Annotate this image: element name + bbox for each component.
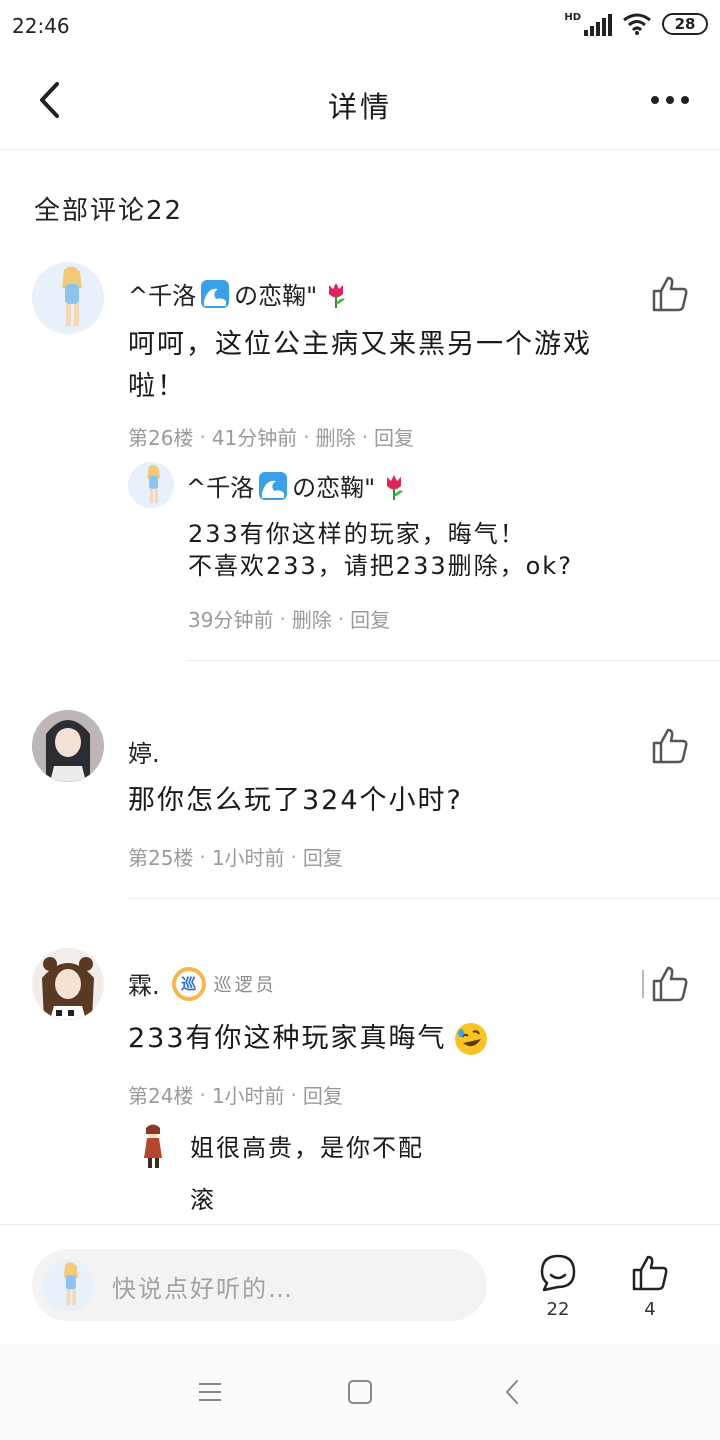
status-time: 22:46 [12, 14, 70, 38]
delete-link[interactable]: 删除 [292, 604, 332, 633]
sub-reply-text: 姐很高贵，是你不配 [190, 1134, 424, 1162]
comments-section-title: 全部评论22 [34, 196, 184, 226]
patrol-badge: 巡 巡逻员 [171, 966, 277, 1001]
comment-meta: 第26楼 · 41分钟前 · 删除 · 回复 [128, 422, 414, 451]
reply-username[interactable]: ^千洛 の恋鞠" [186, 468, 409, 503]
comment-username[interactable]: 霖. 巡 巡逻员 [128, 966, 277, 1001]
like-icon[interactable] [650, 726, 690, 766]
comment-item: ^千洛 の恋鞠" 呵呵，这位公主病又来黑另一个游戏啦！ 第26楼 · 41分钟前… [0, 262, 720, 662]
tulip-emoji-icon [329, 282, 346, 308]
floor-number: 第25楼 [128, 846, 194, 870]
like-button[interactable]: 4 [620, 1253, 680, 1320]
avatar-girl-icon [32, 948, 104, 1020]
rofl-emoji-icon [454, 1023, 487, 1055]
menu-button[interactable] [190, 1376, 230, 1408]
comments-button[interactable]: 22 [528, 1253, 588, 1320]
signal-icon: HD [564, 12, 612, 36]
patrol-badge-icon: 巡 [171, 966, 206, 1001]
like-icon[interactable] [650, 274, 690, 314]
divider [186, 660, 720, 661]
comment-username[interactable]: ^千洛 の恋鞠" [128, 276, 351, 311]
avatar-girl-icon [32, 710, 104, 782]
home-square-icon [348, 1380, 372, 1404]
wifi-icon [623, 13, 651, 35]
nav-back-button[interactable] [492, 1376, 532, 1408]
sub-reply-avatar[interactable] [136, 1124, 170, 1170]
comment-time: 1小时前 [211, 1084, 285, 1108]
floor-number: 第24楼 [128, 1084, 194, 1108]
reply-meta: 39分钟前 · 删除 · 回复 [188, 604, 390, 633]
comment-content: 那你怎么玩了324个小时? [128, 785, 463, 816]
character-icon [144, 1124, 162, 1168]
reply-time: 39分钟前 [188, 608, 274, 632]
more-dot-icon [666, 96, 674, 104]
comment-content: 233有你这种玩家真晦气 [128, 1018, 648, 1060]
reply-link[interactable]: 回复 [303, 1080, 343, 1109]
more-options-button[interactable] [640, 80, 700, 120]
reply-link[interactable]: 回复 [303, 842, 343, 871]
wave-emoji-icon [259, 471, 288, 500]
battery-indicator: 28 [662, 13, 708, 35]
user-avatar [42, 1259, 94, 1311]
like-count: 4 [644, 1299, 656, 1320]
divider [128, 898, 720, 899]
like-separator [642, 970, 644, 998]
comment-bubble-icon [540, 1254, 576, 1292]
avatar[interactable] [32, 710, 104, 782]
nav-back-icon [506, 1380, 518, 1404]
like-icon[interactable] [650, 964, 690, 1004]
comment-time: 41分钟前 [211, 426, 298, 450]
sub-reply-text: 滚 [190, 1186, 216, 1214]
reply-link[interactable]: 回复 [350, 604, 390, 633]
reply-avatar[interactable] [128, 462, 174, 508]
more-dot-icon [651, 96, 659, 104]
comment-username[interactable]: 婷. [128, 734, 160, 769]
input-placeholder: 快说点好听的… [112, 1275, 294, 1303]
delete-link[interactable]: 删除 [316, 422, 356, 451]
wave-emoji-icon [201, 279, 230, 308]
system-nav-bar [0, 1344, 720, 1440]
comment-meta: 第24楼 · 1小时前 · 回复 [128, 1080, 343, 1109]
floor-number: 第26楼 [128, 426, 194, 450]
more-dot-icon [681, 96, 689, 104]
comment-time: 1小时前 [211, 846, 285, 870]
status-icons: HD 28 [564, 12, 708, 36]
avatar-figure-icon [32, 262, 104, 334]
comment-item: 霖. 巡 巡逻员 233有你这种玩家真晦气 第24楼 · 1小时前 · 回复 姐… [0, 948, 720, 1224]
comment-content: 呵呵，这位公主病又来黑另一个游戏啦！ [128, 329, 592, 402]
reply-link[interactable]: 回复 [374, 422, 414, 451]
status-bar: 22:46 HD 28 [0, 0, 720, 52]
home-button[interactable] [340, 1376, 380, 1408]
patrol-badge-label: 巡逻员 [213, 974, 277, 996]
comment-item: 婷. 那你怎么玩了324个小时? 第25楼 · 1小时前 · 回复 [0, 710, 720, 900]
hd-label: HD [564, 12, 581, 23]
comment-input-bar: 快说点好听的… 22 4 [0, 1224, 720, 1344]
avatar-figure-icon [128, 462, 174, 508]
thumbs-up-icon [632, 1255, 668, 1291]
avatar-figure-icon [42, 1259, 94, 1311]
page-title: 详情 [327, 90, 392, 124]
reply-content: 233有你这样的玩家，晦气！ 不喜欢233，请把233删除，ok? [188, 520, 573, 580]
menu-icon [199, 1383, 221, 1401]
avatar[interactable] [32, 262, 104, 334]
comment-count: 22 [546, 1299, 570, 1320]
header: 详情 [0, 52, 720, 150]
comment-meta: 第25楼 · 1小时前 · 回复 [128, 842, 343, 871]
tulip-emoji-icon [387, 474, 404, 500]
avatar[interactable] [32, 948, 104, 1020]
comment-input[interactable]: 快说点好听的… [32, 1249, 487, 1321]
